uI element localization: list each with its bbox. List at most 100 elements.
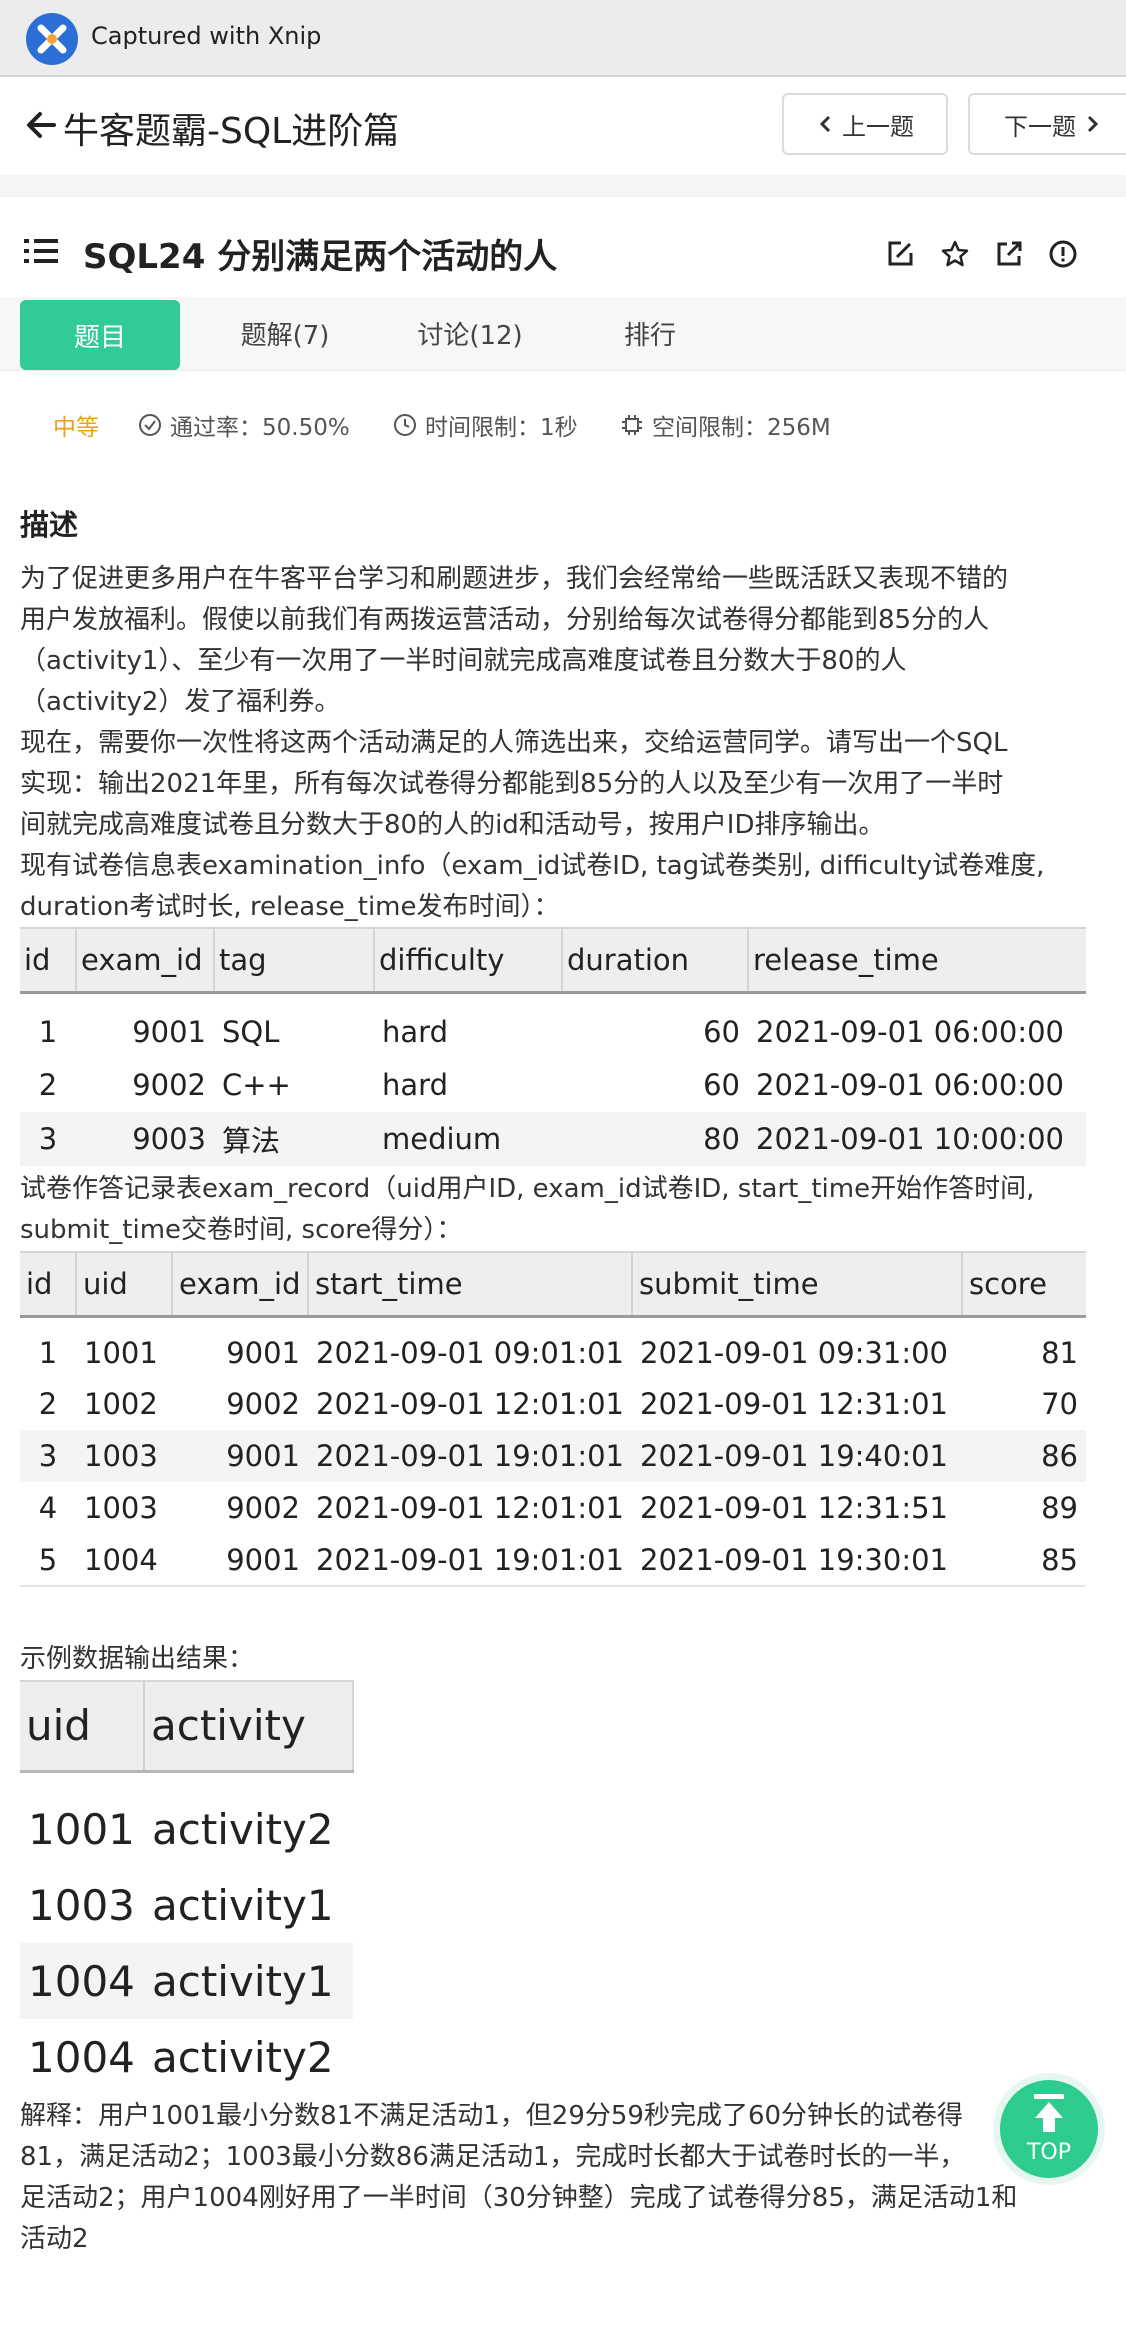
report-info-icon[interactable] [1048, 239, 1078, 269]
column-header: submit_time [632, 1252, 963, 1316]
description-line: 现有试卷信息表examination_info（exam_id试卷ID, tag… [20, 851, 1045, 881]
problem-title: SQL24 分别满足两个活动的人 [83, 237, 558, 277]
back-to-top-label: TOP [1026, 2140, 1072, 2165]
table-row: 5 1004 9001 2021-09-01 19:01:01 2021-09-… [20, 1534, 1086, 1586]
table-cell: 9001 [132, 1014, 206, 1049]
explanation-text: 解释：用户1001最小分数81不满足活动1，但29分59秒完成了60分钟长的试卷… [20, 2096, 1110, 2260]
description-line: 现在，需要你一次性将这两个活动满足的人筛选出来，交给运营同学。请写出一个SQL [20, 728, 1008, 758]
explanation-line: 足活动2；用户1004刚好用了一半时间（30分钟整）完成了试卷得分85，满足活动… [20, 2183, 1018, 2213]
table-header-row: uid activity [20, 1681, 354, 1771]
table-cell: 60 [703, 1068, 740, 1102]
table-cell: 86 [962, 1430, 1086, 1482]
back-to-top-button[interactable]: TOP [1000, 2080, 1098, 2178]
edit-note-icon[interactable] [885, 239, 915, 269]
table-cell: 9002 [226, 1387, 300, 1421]
table-cell: 2021-09-01 12:31:01 [640, 1387, 948, 1421]
tab-solutions[interactable]: 题解(7) [210, 297, 360, 369]
explanation-line: 81，满足活动2；1003最小分数86满足活动1，完成时长都大于试卷时长的一半， [20, 2142, 966, 2172]
explanation-line: 活动2 [20, 2224, 89, 2254]
table-cell: 9002 [132, 1068, 206, 1102]
table-cell: 1003 [84, 1491, 158, 1525]
description-line: 用户发放福利。假使以前我们有两拨运营活动，分别给每次试卷得分都能到85分的人 [20, 605, 990, 635]
column-header: duration [562, 928, 749, 992]
table-cell: 2 [38, 1068, 58, 1102]
table-row: 3 1003 9001 2021-09-01 19:01:01 2021-09-… [20, 1430, 1086, 1482]
table-cell: activity2 [152, 1805, 334, 1855]
column-header: exam_id [172, 1252, 309, 1316]
chevron-right-icon [1087, 115, 1099, 133]
column-header: release_time [748, 928, 1086, 992]
table-cell: activity1 [152, 1880, 334, 1930]
table-cell: SQL [222, 1014, 280, 1049]
table-cell: 2021-09-01 06:00:00 [756, 1014, 1064, 1049]
table-cell: medium [374, 1112, 562, 1166]
column-header: id [20, 1252, 77, 1316]
table-row: 4 1003 9002 2021-09-01 12:01:01 2021-09-… [20, 1482, 1086, 1534]
table-cell: 2021-09-01 06:00:00 [756, 1068, 1064, 1102]
back-arrow-icon[interactable] [24, 105, 60, 145]
pass-rate-text: 通过率：50.50% [170, 415, 350, 441]
table-row: 3 9003 算法 medium 80 2021-09-01 10:00:00 [20, 1112, 1086, 1166]
table-cell: 2021-09-01 19:01:01 [316, 1542, 624, 1577]
table-cell: 85 [1041, 1542, 1078, 1577]
description-line: 实现：输出2021年里，所有每次试卷得分都能到85分的人以及至少有一次用了一半时 [20, 769, 1004, 799]
table-cell: 9003 [76, 1112, 214, 1166]
chip-icon [622, 415, 642, 435]
column-header: id [20, 928, 77, 992]
tab-ranking[interactable]: 排行 [580, 297, 720, 369]
capture-label: Captured with Xnip [91, 22, 322, 50]
tab-problem[interactable]: 题目 [20, 300, 180, 370]
table-row: 1003 activity1 [20, 1867, 353, 1943]
description-line: 试卷作答记录表exam_record（uid用户ID, exam_id试卷ID,… [20, 1174, 1035, 1204]
description-line: （activity1）、至少有一次用了一半时间就完成高难度试卷且分数大于80的人 [20, 646, 907, 676]
space-limit: 空间限制：256M [620, 408, 831, 442]
table-cell: 70 [1041, 1387, 1078, 1421]
column-header: uid [20, 1681, 145, 1771]
share-external-icon[interactable] [994, 239, 1024, 269]
table-cell: 89 [1041, 1491, 1078, 1525]
description-line: 间就完成高难度试卷且分数大于80的人的id和活动号，按用户ID排序输出。 [20, 810, 885, 840]
table-row: 1 9001 SQL hard 60 2021-09-01 06:00:00 [20, 992, 1086, 1058]
tab-discussion[interactable]: 讨论(12) [395, 297, 545, 369]
next-problem-button[interactable]: 下一题 [968, 93, 1126, 155]
problem-title-bar: SQL24 分别满足两个活动的人 [0, 197, 1126, 295]
table-cell: 1004 [84, 1542, 158, 1577]
table-cell: 9001 [172, 1430, 308, 1482]
prev-problem-label: 上一题 [842, 112, 914, 141]
page-header: 牛客题霸-SQL进阶篇 上一题 下一题 [0, 79, 1126, 175]
column-header: activity [144, 1681, 354, 1771]
time-limit-text: 时间限制：1秒 [425, 415, 578, 441]
sample-output-label: 示例数据输出结果： [20, 1644, 255, 1674]
exam-record-intro: 试卷作答记录表exam_record（uid用户ID, exam_id试卷ID,… [20, 1169, 1110, 1251]
table-cell: 3 [20, 1112, 76, 1166]
chevron-left-icon [819, 115, 831, 133]
exam-record-table: id uid exam_id start_time submit_time sc… [20, 1251, 1086, 1587]
table-cell: 81 [1041, 1335, 1078, 1370]
column-header: difficulty [374, 928, 563, 992]
examination-info-table: id exam_id tag difficulty duration relea… [20, 927, 1086, 1166]
arrow-up-top-icon [1034, 2094, 1064, 2132]
table-cell: activity2 [152, 2032, 334, 2082]
column-header: score [962, 1252, 1086, 1316]
capture-bar: Captured with Xnip [0, 0, 1126, 77]
column-header: start_time [308, 1252, 633, 1316]
table-cell: 1004 [20, 1943, 144, 2019]
table-cell: 2021-09-01 09:31:00 [640, 1335, 948, 1370]
prev-problem-button[interactable]: 上一题 [782, 93, 948, 155]
list-menu-icon[interactable] [24, 237, 60, 265]
table-cell: 1001 [84, 1335, 158, 1370]
table-cell: 80 [562, 1112, 748, 1166]
space-limit-text: 空间限制：256M [652, 415, 831, 441]
table-cell: 2 [38, 1387, 58, 1421]
sample-output-table: uid activity 1001 activity2 1003 activit… [20, 1680, 354, 2095]
table-cell: hard [382, 1068, 448, 1102]
table-row: 1004 activity2 [20, 2019, 353, 2095]
table-cell: 9001 [226, 1542, 300, 1577]
star-favorite-icon[interactable] [940, 239, 970, 269]
table-row: 2 9002 C++ hard 60 2021-09-01 06:00:00 [20, 1058, 1086, 1112]
description-intro: 为了促进更多用户在牛客平台学习和刷题进步，我们会经常给一些既活跃又表现不错的 用… [20, 559, 1110, 928]
description-line: duration考试时长, release_time发布时间）： [20, 892, 560, 922]
table-cell: 1 [38, 1014, 58, 1049]
description-line: （activity2）发了福利券。 [20, 687, 341, 717]
difficulty-badge: 中等 [53, 415, 99, 441]
